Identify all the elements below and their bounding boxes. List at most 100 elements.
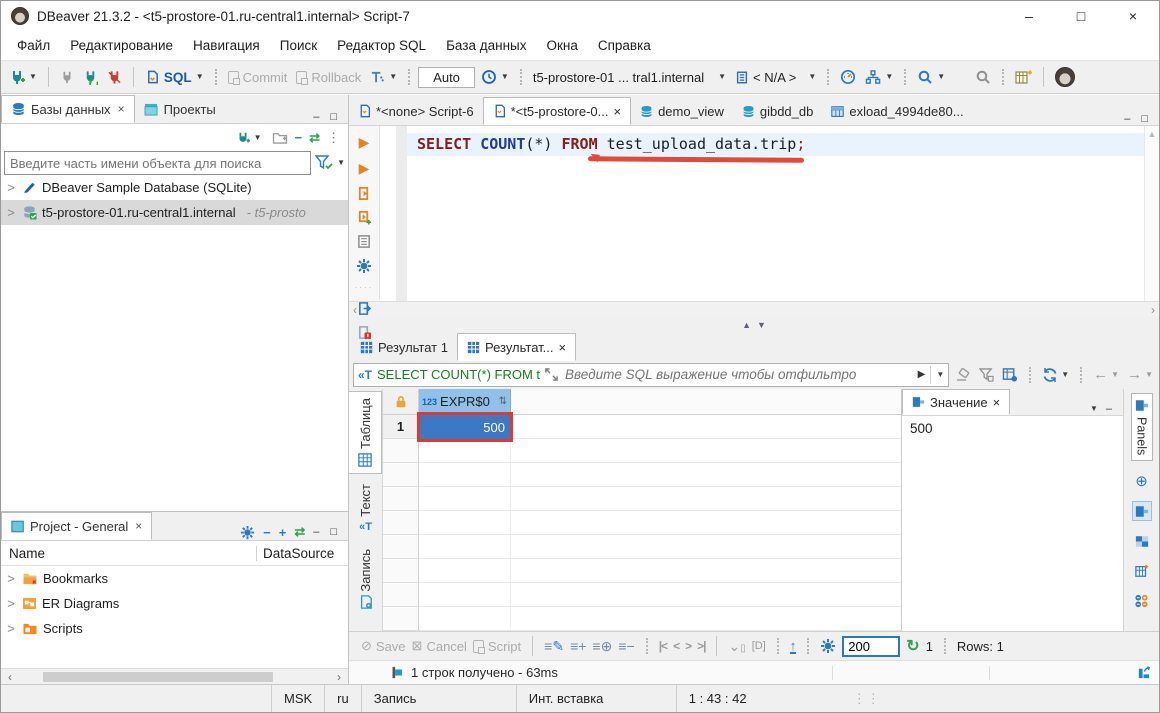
- filter-field[interactable]: «T SELECT COUNT(*) FROM t ▶ ▼: [353, 363, 949, 387]
- filter-expression-input[interactable]: [563, 366, 913, 383]
- active-connection-combo[interactable]: t5-prostore-01 ... tral1.internal ▼: [530, 67, 729, 88]
- tab-script-7[interactable]: *<t5-prostore-0... ×: [483, 97, 632, 125]
- row-header-1[interactable]: 1: [383, 415, 419, 439]
- last-row-button[interactable]: >|: [697, 639, 705, 653]
- gear-icon[interactable]: [240, 525, 255, 540]
- tab-project-general[interactable]: Project - General ×: [1, 512, 152, 540]
- project-item-bookmarks[interactable]: > Bookmarks: [1, 566, 348, 591]
- close-button[interactable]: ×: [1107, 1, 1159, 31]
- first-row-button[interactable]: |<: [659, 639, 667, 653]
- minimize-view-icon[interactable]: –: [1124, 113, 1133, 125]
- duplicate-row-icon[interactable]: ≡⊕: [592, 638, 612, 655]
- rollback-button[interactable]: Rollback: [293, 67, 364, 88]
- editor-vertical-scrollbar[interactable]: ▲: [1144, 126, 1159, 301]
- commit-button[interactable]: Commit: [225, 67, 291, 88]
- open-sql-console-button[interactable]: [1012, 66, 1035, 88]
- collapse-all-icon[interactable]: −: [263, 525, 271, 540]
- editor-results-sash[interactable]: ▲ ▼: [349, 317, 1159, 332]
- apply-filter-icon[interactable]: ▶: [918, 369, 926, 380]
- new-sql-editor-button[interactable]: SQL ▼: [142, 66, 207, 88]
- tab-exload[interactable]: exload_4994de80...: [822, 97, 972, 125]
- project-item-scripts[interactable]: > Scripts: [1, 616, 348, 641]
- script-button[interactable]: Script: [473, 639, 521, 654]
- tab-script-6[interactable]: *<none> Script-6: [349, 97, 483, 125]
- value-panel-content[interactable]: 500: [902, 416, 1123, 631]
- commit-mode-combo[interactable]: Auto: [418, 67, 475, 88]
- tab-gibdd-db[interactable]: gibdd_db: [733, 97, 823, 125]
- menu-file[interactable]: Файл: [7, 34, 60, 57]
- menu-help[interactable]: Справка: [588, 34, 661, 57]
- grid-cell-value[interactable]: 500: [419, 415, 511, 439]
- open-search-button[interactable]: [972, 66, 994, 88]
- link-editor-icon[interactable]: ⇄: [294, 524, 305, 540]
- presentation-tab-grid[interactable]: Таблица: [349, 391, 382, 474]
- tab-databases[interactable]: Базы данных ×: [1, 95, 135, 123]
- network-profile-button[interactable]: ▼: [862, 67, 896, 88]
- menu-windows[interactable]: Окна: [536, 34, 587, 57]
- editor-horizontal-scrollbar[interactable]: ‹ ›: [349, 301, 1159, 317]
- close-tab-icon[interactable]: ×: [993, 395, 1001, 410]
- minimize-view-icon[interactable]: –: [313, 111, 322, 123]
- object-search-input[interactable]: [4, 151, 311, 175]
- new-connection-button[interactable]: ▼: [6, 66, 40, 88]
- nav-forward-button[interactable]: →▼: [1125, 366, 1155, 383]
- minimize-panel-icon[interactable]: –: [1106, 403, 1115, 415]
- fetch-all-rows-icon[interactable]: [D]: [752, 640, 766, 652]
- grid-corner-cell[interactable]: [383, 389, 419, 415]
- cancel-button[interactable]: ⊠Cancel: [412, 638, 467, 654]
- next-row-button[interactable]: >: [685, 639, 691, 653]
- search-metadata-button[interactable]: ▼: [914, 66, 948, 88]
- disconnect-button[interactable]: [104, 66, 125, 88]
- save-button[interactable]: ⊘Save: [361, 638, 406, 654]
- edit-cell-icon[interactable]: ≡✎: [544, 638, 564, 655]
- sash-up-icon[interactable]: ▲: [742, 320, 751, 330]
- expand-filter-icon[interactable]: [545, 368, 558, 381]
- reconnect-button[interactable]: [80, 66, 101, 88]
- panels-toggle-button[interactable]: Panels: [1131, 393, 1153, 461]
- dashboard-button[interactable]: [837, 66, 859, 88]
- transaction-mode-button[interactable]: ▼: [367, 67, 400, 88]
- explain-plan-icon[interactable]: [357, 234, 372, 249]
- filter-dropdown-icon[interactable]: ▼: [337, 159, 345, 167]
- tree-item-sample-database[interactable]: > DBeaver Sample Database (SQLite): [1, 175, 348, 200]
- export-result-icon[interactable]: [357, 301, 372, 316]
- project-horizontal-scrollbar[interactable]: ‹ ›: [1, 668, 348, 684]
- calc-panel-icon[interactable]: [1132, 561, 1152, 581]
- refresh-fetch-icon[interactable]: ↻: [906, 636, 919, 656]
- editor-gear-icon[interactable]: [356, 258, 372, 274]
- sort-filter-icon[interactable]: ⇅: [499, 396, 507, 407]
- transaction-log-button[interactable]: ▼: [478, 66, 512, 88]
- tab-demo-view[interactable]: demo_view: [631, 97, 733, 125]
- active-database-combo[interactable]: < N/A > ▼: [732, 67, 819, 88]
- menu-sql-editor[interactable]: Редактор SQL: [327, 34, 436, 57]
- filters-menu-button[interactable]: [977, 368, 996, 382]
- tab-projects[interactable]: Проекты: [135, 95, 225, 123]
- presentation-tab-text[interactable]: Текст «T: [356, 478, 375, 539]
- cursor-position-indicator[interactable]: 1 : 43 : 42: [676, 685, 841, 712]
- aggregate-panel-icon[interactable]: [1132, 591, 1152, 611]
- maximize-view-icon[interactable]: □: [330, 526, 340, 538]
- sql-statement-line[interactable]: SELECT COUNT(*) FROM test_upload_data.tr…: [407, 133, 1144, 156]
- collapse-all-icon[interactable]: −: [295, 130, 303, 145]
- grouping-panel-icon[interactable]: ⊕: [1132, 471, 1152, 491]
- delete-row-icon[interactable]: ≡−: [618, 638, 634, 654]
- value-viewer-icon[interactable]: [1132, 501, 1152, 521]
- execute-statement-icon[interactable]: ▶: [359, 134, 370, 151]
- link-editor-icon[interactable]: ⇄: [309, 130, 320, 146]
- validation-icon[interactable]: [357, 325, 372, 340]
- maximize-view-icon[interactable]: □: [330, 111, 340, 123]
- menu-search[interactable]: Поиск: [270, 34, 327, 57]
- column-name-header[interactable]: Name: [1, 546, 256, 561]
- menu-edit[interactable]: Редактирование: [60, 34, 183, 57]
- project-item-er-diagrams[interactable]: > ER Diagrams: [1, 591, 348, 616]
- tree-item-t5-prostore[interactable]: > t5-prostore-01.ru-central1.internal - …: [1, 200, 348, 225]
- new-folder-icon[interactable]: [272, 131, 288, 144]
- close-tab-icon[interactable]: ×: [135, 519, 142, 533]
- filter-check-icon[interactable]: [315, 155, 333, 171]
- column-datasource-header[interactable]: DataSource: [256, 546, 348, 561]
- view-menu-icon[interactable]: ⋮: [327, 130, 340, 146]
- layout-refresh-icon[interactable]: [1136, 665, 1151, 680]
- results-gear-icon[interactable]: [820, 638, 836, 654]
- close-tab-icon[interactable]: ×: [559, 340, 567, 355]
- menu-database[interactable]: База данных: [436, 34, 536, 57]
